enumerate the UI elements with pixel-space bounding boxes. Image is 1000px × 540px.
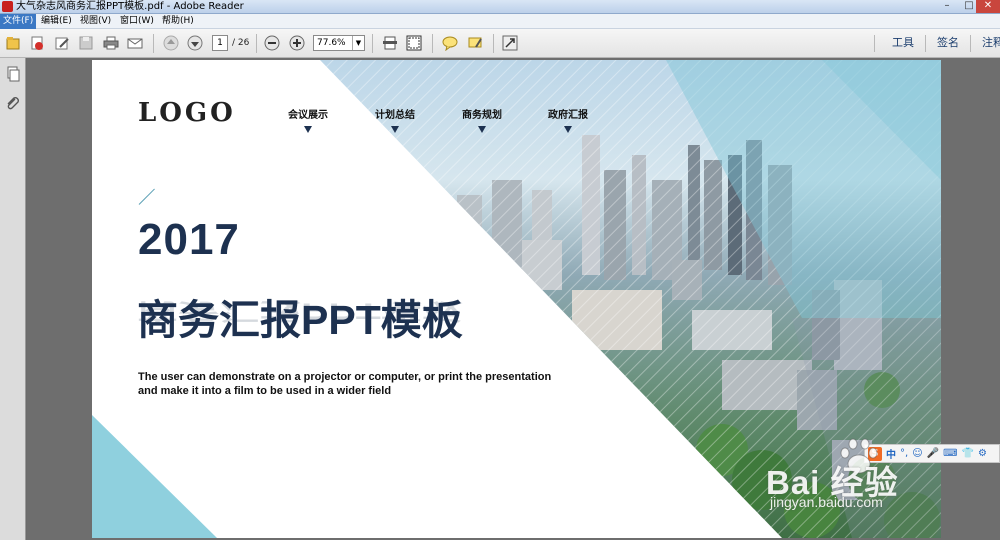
page-number-input[interactable]: 1	[212, 35, 228, 51]
navigation-pane	[0, 58, 26, 540]
title-bar: 大气杂志风商务汇报PPT模板.pdf - Adobe Reader – □ ✕	[0, 0, 1000, 14]
nav-label: 政府汇报	[548, 110, 588, 121]
nav-label: 计划总结	[375, 110, 415, 121]
email-icon[interactable]	[126, 34, 144, 52]
down-triangle-icon	[478, 126, 486, 133]
menu-view[interactable]: 视图(V)	[77, 14, 114, 29]
attachments-icon[interactable]	[5, 96, 21, 112]
nav-label: 商务规划	[462, 110, 502, 121]
save-icon[interactable]	[77, 34, 95, 52]
slide-year: 2017	[138, 215, 240, 264]
menu-bar: 文件(F) 编辑(E) 视图(V) 窗口(W) 帮助(H)	[0, 14, 1000, 29]
tools-link[interactable]: 工具	[892, 35, 914, 51]
nav-government-report[interactable]: 政府汇报	[548, 106, 588, 133]
menu-window[interactable]: 窗口(W)	[117, 14, 157, 29]
down-triangle-icon	[391, 126, 399, 133]
toolbar: 1 / 26 77.6% ▼ 工具 签名 注释	[0, 29, 1000, 58]
down-triangle-icon	[304, 126, 312, 133]
fit-page-icon[interactable]	[381, 34, 399, 52]
nav-label: 会议展示	[288, 110, 328, 121]
logo: LOGO	[138, 98, 236, 128]
page-thumbnails-icon[interactable]	[5, 66, 21, 82]
nav-business-planning[interactable]: 商务规划	[462, 106, 502, 133]
zoom-value: 77.6%	[317, 38, 346, 48]
window-title: 大气杂志风商务汇报PPT模板.pdf - Adobe Reader	[16, 1, 244, 12]
zoom-out-icon[interactable]	[263, 34, 281, 52]
menu-help[interactable]: 帮助(H)	[159, 14, 197, 29]
menu-edit[interactable]: 编辑(E)	[38, 14, 75, 29]
sign-link[interactable]: 签名	[937, 35, 959, 51]
zoom-in-icon[interactable]	[288, 34, 306, 52]
subtext-line-2: and make it into a film to be used in a …	[138, 385, 392, 397]
watermark-site: jingyan.baidu.com	[770, 494, 883, 510]
nav-plan-summary[interactable]: 计划总结	[375, 106, 415, 133]
menu-file[interactable]: 文件(F)	[0, 14, 37, 29]
open-icon[interactable]	[4, 34, 22, 52]
close-button[interactable]: ✕	[976, 0, 1000, 13]
page-total: / 26	[232, 38, 250, 48]
zoom-select[interactable]: 77.6% ▼	[313, 35, 365, 51]
expand-icon[interactable]	[501, 34, 519, 52]
comment-link[interactable]: 注释	[982, 35, 1000, 51]
comment-icon[interactable]	[441, 34, 459, 52]
adobe-reader-icon	[2, 1, 13, 12]
create-pdf-icon[interactable]	[28, 34, 46, 52]
fit-width-icon[interactable]	[405, 34, 423, 52]
nav-meeting-showcase[interactable]: 会议展示	[288, 106, 328, 133]
down-triangle-icon	[564, 126, 572, 133]
minimize-button[interactable]: –	[936, 0, 958, 13]
next-page-icon[interactable]	[186, 34, 204, 52]
chevron-down-icon[interactable]: ▼	[352, 36, 364, 50]
slide-subtext: The user can demonstrate on a projector …	[138, 370, 551, 398]
subtext-line-1: The user can demonstrate on a projector …	[138, 371, 552, 383]
baidu-watermark: Bai 经验 jingyan.baidu.com	[766, 438, 1000, 540]
headline-reflection: 商务汇报PPT模板	[137, 298, 463, 324]
previous-page-icon[interactable]	[162, 34, 180, 52]
highlight-icon[interactable]	[466, 34, 484, 52]
print-icon[interactable]	[102, 34, 120, 52]
edit-icon[interactable]	[53, 34, 71, 52]
